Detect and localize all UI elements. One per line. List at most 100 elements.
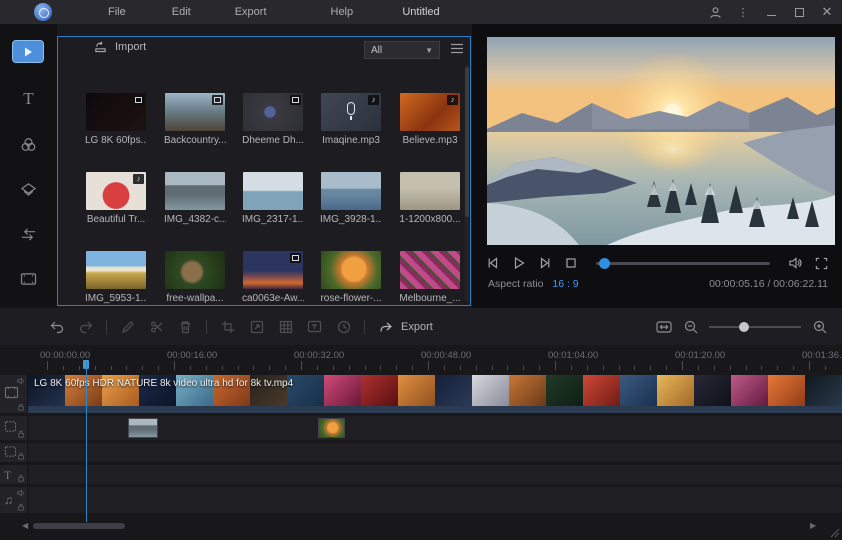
fullscreen-icon[interactable] — [810, 254, 832, 272]
delete-button[interactable] — [177, 318, 194, 335]
duration-button[interactable] — [335, 318, 352, 335]
sidebar-item-text[interactable]: T — [0, 82, 57, 116]
ruler-tick — [428, 361, 429, 370]
resize-grip-icon[interactable] — [828, 526, 840, 538]
track-text-body[interactable] — [28, 465, 842, 484]
overlay-clip[interactable] — [128, 418, 158, 438]
close-button[interactable]: ✕ — [820, 4, 834, 19]
mosaic-button[interactable] — [277, 318, 294, 335]
media-item[interactable]: Imaqine.mp3 — [320, 93, 382, 146]
scroll-left-icon[interactable]: ◀ — [22, 522, 28, 530]
seek-bar[interactable] — [596, 257, 770, 269]
edit-clip-button[interactable] — [119, 318, 136, 335]
stop-button[interactable] — [560, 254, 582, 272]
lock-track-icon[interactable] — [17, 403, 25, 411]
media-thumbnail[interactable] — [243, 172, 303, 210]
media-filter-dropdown[interactable]: All ▼ — [364, 41, 440, 59]
media-thumbnail[interactable] — [165, 172, 225, 210]
track-video: LG 8K 60fps HDR NATURE 8k video ultra hd… — [0, 375, 842, 413]
media-item[interactable]: IMG_4382-c... — [164, 172, 226, 225]
lock-track-icon[interactable] — [17, 474, 25, 482]
preview-video[interactable] — [487, 37, 835, 245]
media-item[interactable]: ca0063e-Aw... — [242, 251, 304, 304]
play-button[interactable] — [508, 254, 530, 272]
subtitle-button[interactable] — [306, 318, 323, 335]
timeline-zoom-slider[interactable] — [709, 321, 801, 332]
media-item[interactable]: LG 8K 60fps... — [85, 93, 147, 146]
media-item-label: Backcountry... — [164, 135, 226, 146]
next-frame-button[interactable] — [534, 254, 556, 272]
mute-track-icon[interactable] — [17, 489, 25, 497]
media-thumbnail[interactable] — [400, 172, 460, 210]
media-item[interactable]: IMG_3928-1... — [320, 172, 382, 225]
split-button[interactable] — [148, 318, 165, 335]
sidebar-item-overlays[interactable] — [0, 172, 57, 206]
export-button[interactable]: Export — [379, 320, 433, 334]
media-thumbnail[interactable] — [321, 251, 381, 289]
media-thumbnail[interactable] — [321, 172, 381, 210]
scroll-right-icon[interactable]: ▶ — [810, 522, 816, 530]
lock-track-icon[interactable] — [17, 503, 25, 511]
media-item[interactable]: Dheeme Dh... — [242, 93, 304, 146]
track-pip-1 — [0, 416, 842, 440]
main-video-clip[interactable]: LG 8K 60fps HDR NATURE 8k video ultra hd… — [28, 375, 842, 413]
timeline-ruler[interactable]: 00:00:00.00 00:00:16.00 00:00:32.00 00:00:4… — [0, 345, 842, 373]
media-thumbnail[interactable] — [86, 251, 146, 289]
more-menu-icon[interactable]: ⋮ — [736, 5, 750, 19]
media-scrollbar[interactable] — [465, 65, 469, 301]
chevron-down-icon: ▼ — [425, 45, 433, 55]
media-item[interactable]: rose-flower-... — [320, 251, 382, 304]
account-icon[interactable] — [708, 5, 722, 19]
sidebar-item-media[interactable] — [12, 40, 44, 63]
media-item[interactable]: Believe.mp3 — [399, 93, 461, 146]
sidebar-item-transitions[interactable] — [0, 217, 57, 251]
zoom-tool-button[interactable] — [248, 318, 265, 335]
import-button[interactable]: Import — [94, 41, 146, 53]
mute-track-icon[interactable] — [17, 377, 25, 385]
media-thumbnail[interactable] — [86, 172, 146, 210]
fit-timeline-icon[interactable] — [655, 318, 672, 335]
track-pip1-body[interactable] — [28, 416, 842, 440]
lock-track-icon[interactable] — [17, 430, 25, 438]
aspect-ratio-value[interactable]: 16 : 9 — [552, 278, 578, 290]
crop-button[interactable] — [219, 318, 236, 335]
media-item[interactable]: free-wallpa... — [164, 251, 226, 304]
overlay-clip[interactable] — [318, 418, 345, 438]
track-audio-body[interactable] — [28, 487, 842, 513]
media-thumbnail[interactable] — [86, 93, 146, 131]
timeline-zoom-knob[interactable] — [739, 321, 749, 332]
media-thumbnail[interactable] — [400, 93, 460, 131]
zoom-out-icon[interactable] — [682, 318, 699, 335]
media-item[interactable]: IMG_5953-1... — [85, 251, 147, 304]
media-thumbnail[interactable] — [400, 251, 460, 289]
media-thumbnail[interactable] — [165, 93, 225, 131]
minimize-button[interactable] — [764, 5, 778, 19]
media-thumbnail[interactable] — [243, 93, 303, 131]
media-item[interactable]: IMG_2317-1... — [242, 172, 304, 225]
track-video-body[interactable]: LG 8K 60fps HDR NATURE 8k video ultra hd… — [28, 375, 842, 413]
track-pip2-body[interactable] — [28, 443, 842, 462]
media-thumbnail[interactable] — [321, 93, 381, 131]
timeline-h-scrollbar[interactable]: ◀ ▶ — [22, 522, 822, 530]
volume-icon[interactable] — [784, 254, 806, 272]
ruler-tick — [316, 366, 318, 370]
timeline-scroll-thumb[interactable] — [33, 523, 125, 529]
media-thumbnail[interactable] — [243, 251, 303, 289]
track-pip2-header — [0, 443, 28, 462]
undo-button[interactable] — [48, 318, 65, 335]
media-thumbnail[interactable] — [165, 251, 225, 289]
maximize-button[interactable] — [792, 5, 806, 19]
lock-track-icon[interactable] — [17, 452, 25, 460]
sidebar-item-filters[interactable] — [0, 127, 57, 161]
media-item[interactable]: Melbourne_... — [399, 251, 461, 304]
redo-button[interactable] — [77, 318, 94, 335]
sidebar-item-elements[interactable] — [0, 262, 57, 296]
zoom-in-icon[interactable] — [811, 318, 828, 335]
playhead-line[interactable] — [86, 362, 87, 522]
media-item[interactable]: Backcountry... — [164, 93, 226, 146]
list-view-icon[interactable] — [450, 43, 464, 57]
media-item[interactable]: 1-1200x800... — [399, 172, 461, 225]
seek-knob[interactable] — [599, 257, 610, 269]
previous-frame-button[interactable] — [482, 254, 504, 272]
media-item[interactable]: Beautiful Tr... — [85, 172, 147, 225]
